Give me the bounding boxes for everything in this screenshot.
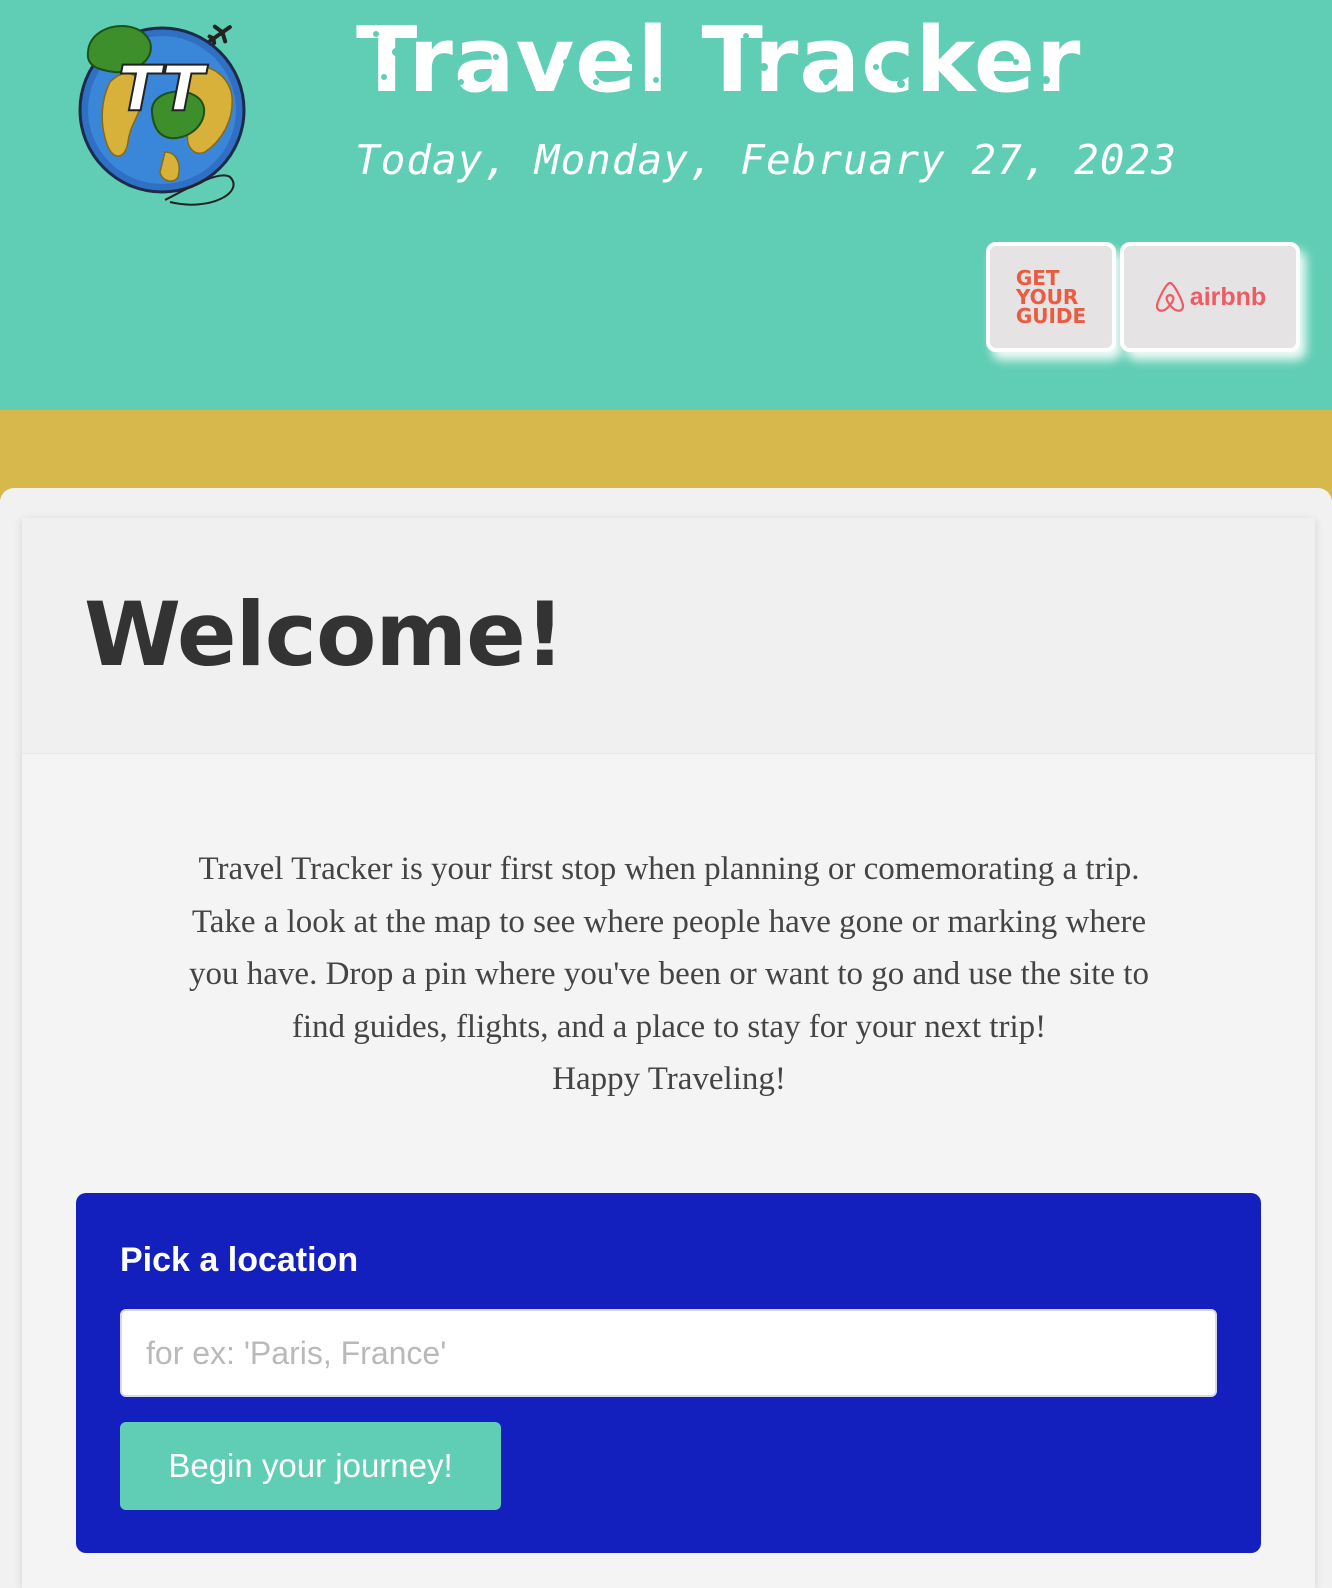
accent-band: [0, 410, 1332, 500]
airbnb-icon: [1155, 281, 1184, 312]
site-title: Travel Tracker: [356, 8, 1082, 113]
airbnb-label: airbnb: [1189, 282, 1267, 311]
getyourguide-button[interactable]: GET YOUR GUIDE: [986, 242, 1116, 352]
intro-text: Travel Tracker is your first stop when p…: [84, 843, 1254, 1106]
location-form: Pick a location Begin your journey!: [76, 1193, 1261, 1553]
site-header: TT Travel Tracker Today, Monday, Februar…: [0, 0, 1332, 410]
begin-journey-button[interactable]: Begin your journey!: [120, 1422, 501, 1510]
location-input[interactable]: [120, 1309, 1217, 1397]
welcome-title: Welcome!: [84, 583, 565, 686]
location-label: Pick a location: [120, 1241, 359, 1279]
intro-signoff: Happy Traveling!: [552, 1061, 786, 1097]
airbnb-button[interactable]: airbnb: [1120, 242, 1300, 352]
intro-line: find guides, flights, and a place to sta…: [291, 1008, 1047, 1045]
intro-line: Take a look at the map to see where peop…: [191, 903, 1147, 940]
travel-tracker-logo[interactable]: TT: [70, 12, 260, 217]
gyg-line-3: GUIDE: [1015, 303, 1087, 328]
intro-line: you have. Drop a pin where you've been o…: [189, 956, 1149, 992]
getyourguide-logo: GET YOUR GUIDE: [1015, 268, 1087, 328]
today-date: Today, Monday, February 27, 2023: [355, 136, 1177, 184]
welcome-header: Welcome!: [22, 518, 1315, 754]
logo-letters: TT: [118, 52, 209, 125]
intro-line: Travel Tracker is your first stop when p…: [198, 851, 1140, 887]
